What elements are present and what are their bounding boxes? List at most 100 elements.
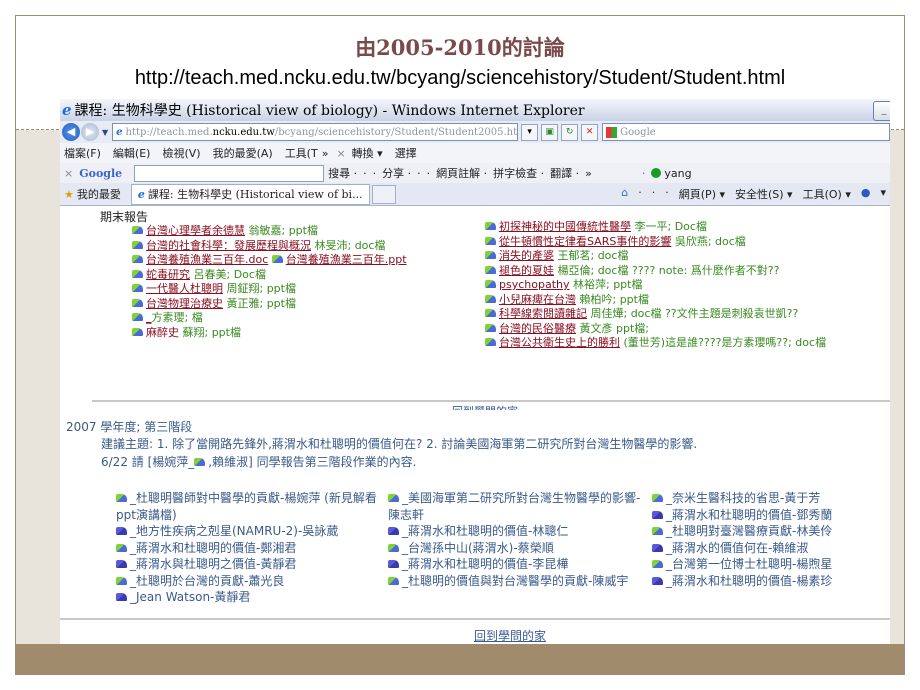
back-button[interactable]: ◀ — [62, 123, 80, 141]
presentation-icon[interactable] — [652, 543, 663, 552]
report-link[interactable]: 台灣的民俗醫療 — [499, 322, 576, 335]
back-home-link[interactable]: 回到學問的家 — [474, 627, 546, 644]
report-link[interactable]: _台灣孫中山(蔣渭水)-蔡榮順 — [402, 541, 554, 555]
history-dropdown-icon[interactable]: ▼ — [102, 128, 108, 137]
report-link[interactable]: _蔣渭水和杜聰明的價值-鄭湘君 — [130, 541, 296, 555]
menu-file[interactable]: 檔案(F) — [64, 145, 101, 161]
compat-view-icon[interactable]: ▣ — [541, 123, 559, 141]
report-link[interactable]: _蔣渭水和杜聰明的價值-李昆樺 — [402, 557, 568, 571]
report-link[interactable]: 初探神秘的中國傳統性醫學 — [499, 220, 631, 233]
report-link[interactable]: 小兒麻痺在台灣 — [499, 293, 576, 306]
report-link[interactable]: _Jean Watson-黃靜君 — [130, 590, 250, 604]
presentation-icon[interactable] — [116, 527, 127, 535]
document-icon[interactable] — [132, 255, 143, 263]
report-link[interactable]: 從牛頓慣性定律看SARS事件的影響 — [499, 235, 671, 248]
presentation-icon[interactable] — [652, 494, 663, 502]
presentation-icon[interactable] — [652, 527, 663, 535]
report-link[interactable]: _蔣渭水和杜聰明的價值-林聰仁 — [402, 524, 568, 538]
presentation-icon[interactable] — [388, 543, 399, 552]
document-icon[interactable] — [485, 251, 496, 259]
presentation-icon[interactable] — [194, 458, 206, 466]
document-icon[interactable] — [132, 226, 143, 234]
report-link[interactable]: 科學線索閱讀雜記 — [499, 307, 587, 320]
minimize-button[interactable]: _ — [873, 101, 890, 121]
close-google-toolbar-icon[interactable]: × — [64, 167, 73, 180]
translate-button[interactable]: 翻譯 · — [550, 165, 579, 181]
help-icon[interactable]: ● — [861, 186, 871, 202]
spellcheck-button[interactable]: 拼字檢查 · — [493, 165, 544, 181]
toolbar-plus-button[interactable]: · — [373, 167, 377, 180]
feeds-icon[interactable]: · — [638, 186, 642, 202]
document-icon[interactable] — [132, 269, 143, 278]
menu-overflow[interactable]: » — [322, 147, 329, 160]
share-button[interactable]: 分享 · — [382, 165, 411, 181]
report-link[interactable]: _奈米生醫科技的省思-黃于芳 — [666, 491, 820, 505]
document-icon[interactable] — [485, 265, 496, 274]
presentation-icon[interactable] — [652, 576, 663, 585]
document-icon[interactable] — [485, 236, 496, 245]
report-link[interactable]: _杜聰明對臺灣醫療貢獻-林美伶 — [666, 524, 832, 538]
page-menu[interactable]: 網頁(P) ▾ — [679, 186, 725, 202]
report-link[interactable]: 台灣的社會科學：發展歷程與概況 — [146, 239, 311, 252]
document-icon[interactable] — [485, 222, 496, 230]
forward-button[interactable]: ▶ — [81, 123, 99, 141]
report-link[interactable]: 褪色的夏娃 — [499, 264, 554, 277]
presentation-icon[interactable] — [388, 527, 399, 535]
tab-course[interactable]: e 課程: 生物科學史 (Historical view of bi... — [130, 183, 370, 205]
report-link[interactable]: 台灣養殖漁業三百年.doc — [146, 253, 268, 266]
presentation-icon[interactable] — [388, 560, 399, 568]
report-link[interactable]: _杜聰明於台灣的貢獻-蕭光良 — [130, 574, 284, 588]
favorites-button[interactable]: 我的最愛 — [77, 186, 121, 202]
presentation-icon[interactable] — [388, 576, 399, 585]
report-link[interactable]: 一代醫人杜聰明 — [146, 282, 223, 295]
mail-icon[interactable]: · — [652, 186, 656, 202]
new-tab-button[interactable] — [371, 184, 396, 204]
annotate-button[interactable]: 網頁註解 · — [436, 165, 487, 181]
popup-blocker-button[interactable]: · — [417, 167, 421, 180]
address-bar[interactable]: e http://teach.med. ncku.edu.tw/bcyang/sc… — [112, 123, 519, 141]
report-link[interactable]: _蔣渭水與杜聰明之價值-黃靜君 — [130, 557, 296, 571]
report-link[interactable]: _蔣渭水和杜聰明的價值-楊素珍 — [666, 574, 832, 588]
tools-menu[interactable]: 工具(O) ▾ — [803, 186, 851, 202]
back-home-link-top[interactable]: 回到學問的家 — [452, 403, 518, 410]
close-toolbar-icon[interactable]: × — [336, 147, 345, 160]
print-icon[interactable]: · — [665, 186, 669, 202]
document-icon[interactable] — [132, 284, 143, 292]
account-name[interactable]: yang — [664, 167, 691, 180]
home-icon[interactable]: ⌂ — [621, 186, 628, 202]
document-icon[interactable] — [132, 298, 143, 307]
document-icon[interactable] — [485, 309, 496, 317]
presentation-icon[interactable] — [652, 510, 663, 519]
report-link[interactable]: _蔣渭水和杜聰明的價值-鄧秀蘭 — [666, 508, 832, 522]
report-link[interactable]: _蔣渭水的價值何在-賴維淑 — [666, 541, 808, 555]
google-search-button[interactable]: 搜尋 · — [328, 165, 357, 181]
report-link[interactable]: 蛇毒研究 — [146, 268, 190, 281]
report-link[interactable]: 消失的產婆 — [499, 249, 554, 262]
menu-favorites[interactable]: 我的最愛(A) — [213, 145, 273, 161]
document-icon[interactable] — [271, 255, 283, 263]
toolbar-bookmark-button[interactable]: · — [363, 167, 367, 180]
document-icon[interactable] — [485, 294, 496, 303]
report-link[interactable]: _台灣第一位博士杜聰明-楊煦星 — [666, 557, 832, 571]
menu-tools[interactable]: 工具(T — [285, 145, 318, 161]
presentation-icon[interactable] — [116, 543, 127, 552]
refresh-icon[interactable]: ↻ — [561, 123, 579, 141]
presentation-icon[interactable] — [116, 560, 127, 568]
report-link[interactable]: psychopathy — [499, 278, 570, 291]
document-icon[interactable] — [132, 313, 143, 321]
document-icon[interactable] — [132, 327, 143, 336]
select-button[interactable]: 選擇 — [395, 145, 417, 161]
presentation-icon[interactable] — [388, 494, 399, 502]
presentation-icon[interactable] — [116, 576, 127, 585]
menu-view[interactable]: 檢視(V) — [162, 145, 200, 161]
report-link[interactable]: _杜聰明的價值與對台灣醫學的貢獻-陳威宇 — [402, 574, 628, 588]
stop-icon[interactable]: ✕ — [581, 123, 599, 141]
wrench-icon[interactable]: · — [642, 167, 646, 180]
report-link[interactable]: 台灣心理學者余德慧 — [146, 224, 245, 237]
report-link[interactable]: _杜聰明醫師對中醫學的貢獻-楊婉萍 (新見解看ppt演講檔) — [116, 491, 377, 522]
menu-edit[interactable]: 編輯(E) — [113, 145, 151, 161]
google-toolbar-input[interactable] — [134, 164, 325, 182]
safety-menu[interactable]: 安全性(S) ▾ — [735, 186, 793, 202]
search-box[interactable]: Google — [602, 123, 890, 141]
presentation-icon[interactable] — [116, 593, 127, 601]
